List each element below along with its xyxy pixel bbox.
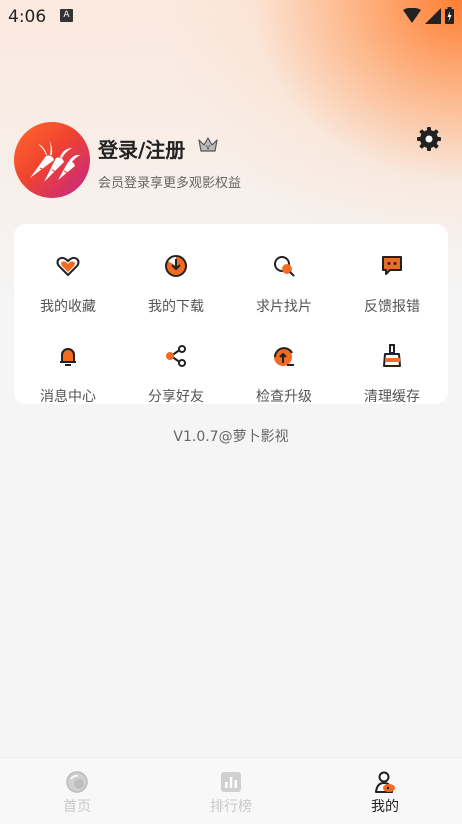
menu-item-share[interactable]: 分享好友 <box>122 332 230 405</box>
tab-label: 我的 <box>371 799 399 815</box>
ranking-icon <box>221 772 241 792</box>
login-subtitle: 会员登录享更多观影权益 <box>98 176 242 191</box>
signal-icon <box>425 7 441 24</box>
share-icon <box>166 345 186 367</box>
menu-item-feedback[interactable]: 反馈报错 <box>338 242 446 315</box>
menu-item-downloads[interactable]: 我的下载 <box>122 242 230 315</box>
function-menu-card: 我的收藏 我的下载 求片找片 反馈报错 消息中心 分享好友 检查升级 清理缓存 <box>14 224 448 405</box>
app-version: V1.0.7@萝卜影视 <box>173 429 289 445</box>
tab-ranking[interactable]: 排行榜 <box>154 758 308 824</box>
bell-icon <box>60 348 76 366</box>
menu-label: 分享好友 <box>148 389 204 405</box>
login-register-link[interactable]: 登录/注册 <box>98 134 185 163</box>
broom-icon <box>383 344 401 367</box>
tab-label: 首页 <box>63 799 91 815</box>
download-icon <box>165 255 187 277</box>
menu-label: 反馈报错 <box>364 299 420 315</box>
vip-crown-icon: V <box>198 136 218 157</box>
wifi-icon <box>403 7 421 23</box>
home-icon <box>66 771 88 793</box>
menu-label: 清理缓存 <box>364 389 420 405</box>
notification-icon: A <box>60 9 73 22</box>
menu-label: 我的收藏 <box>40 299 96 315</box>
feedback-icon <box>382 256 402 275</box>
menu-item-clear-cache[interactable]: 清理缓存 <box>338 332 446 405</box>
search-film-icon <box>274 256 295 277</box>
tab-label: 排行榜 <box>210 799 252 815</box>
menu-label: 求片找片 <box>256 299 312 315</box>
profile-header: 登录/注册 V 会员登录享更多观影权益 <box>14 122 444 198</box>
avatar[interactable] <box>14 122 90 198</box>
bottom-tab-bar: 首页 排行榜 我的 <box>0 757 462 824</box>
menu-item-favorites[interactable]: 我的收藏 <box>14 242 122 315</box>
battery-icon <box>445 7 454 24</box>
menu-label: 我的下载 <box>148 299 204 315</box>
menu-item-messages[interactable]: 消息中心 <box>14 332 122 405</box>
carrot-logo-icon <box>30 138 80 182</box>
settings-gear-icon[interactable] <box>416 126 442 156</box>
status-icons <box>403 7 454 24</box>
tab-mine[interactable]: 我的 <box>308 758 462 824</box>
heart-icon <box>56 256 80 277</box>
status-bar: 4:06 A <box>0 0 462 34</box>
status-time: 4:06 <box>8 7 47 27</box>
menu-item-request-film[interactable]: 求片找片 <box>230 242 338 315</box>
tab-home[interactable]: 首页 <box>0 758 154 824</box>
upgrade-icon <box>274 347 294 366</box>
menu-label: 检查升级 <box>256 389 312 405</box>
menu-label: 消息中心 <box>40 389 96 405</box>
menu-item-check-update[interactable]: 检查升级 <box>230 332 338 405</box>
profile-icon <box>375 771 395 793</box>
